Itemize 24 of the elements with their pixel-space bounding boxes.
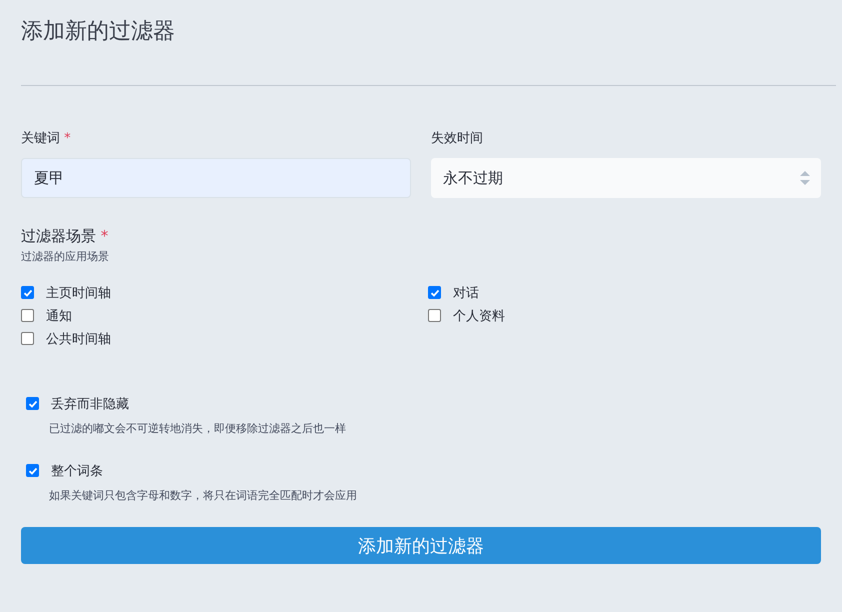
expiry-select[interactable]: 永不过期	[431, 158, 821, 198]
checkbox-label: 公共时间轴	[46, 330, 111, 348]
option-hint: 已过滤的嘟文会不可逆转地消失，即便移除过滤器之后也一样	[49, 421, 347, 436]
checkbox[interactable]	[428, 309, 441, 322]
field-label: 关键词 *	[21, 130, 72, 147]
checkbox[interactable]	[21, 286, 34, 299]
sort-arrows-icon	[799, 169, 811, 187]
section-hint: 过滤器的应用场景	[21, 249, 110, 264]
keyword-field[interactable]: 夏甲	[21, 158, 411, 198]
checkbox-label: 整个词条	[51, 462, 103, 480]
page-title: 添加新的过滤器	[21, 18, 176, 46]
checkbox[interactable]	[26, 464, 39, 477]
field-label: 失效时间	[431, 130, 484, 147]
checkbox[interactable]	[21, 309, 34, 322]
option-hint: 如果关键词只包含字母和数字，将只在词语完全匹配时才会应用	[49, 488, 358, 503]
checkbox-label: 主页时间轴	[46, 284, 111, 302]
checkbox[interactable]	[21, 332, 34, 345]
checkbox[interactable]	[26, 397, 39, 410]
section-label: 过滤器场景 *	[21, 227, 110, 246]
checkbox-label: 丢弃而非隐藏	[51, 396, 129, 412]
checkbox-label: 个人资料	[453, 308, 505, 324]
checkbox-label: 对话	[453, 284, 479, 302]
checkbox[interactable]	[428, 286, 441, 299]
checkbox-label: 通知	[46, 308, 72, 324]
